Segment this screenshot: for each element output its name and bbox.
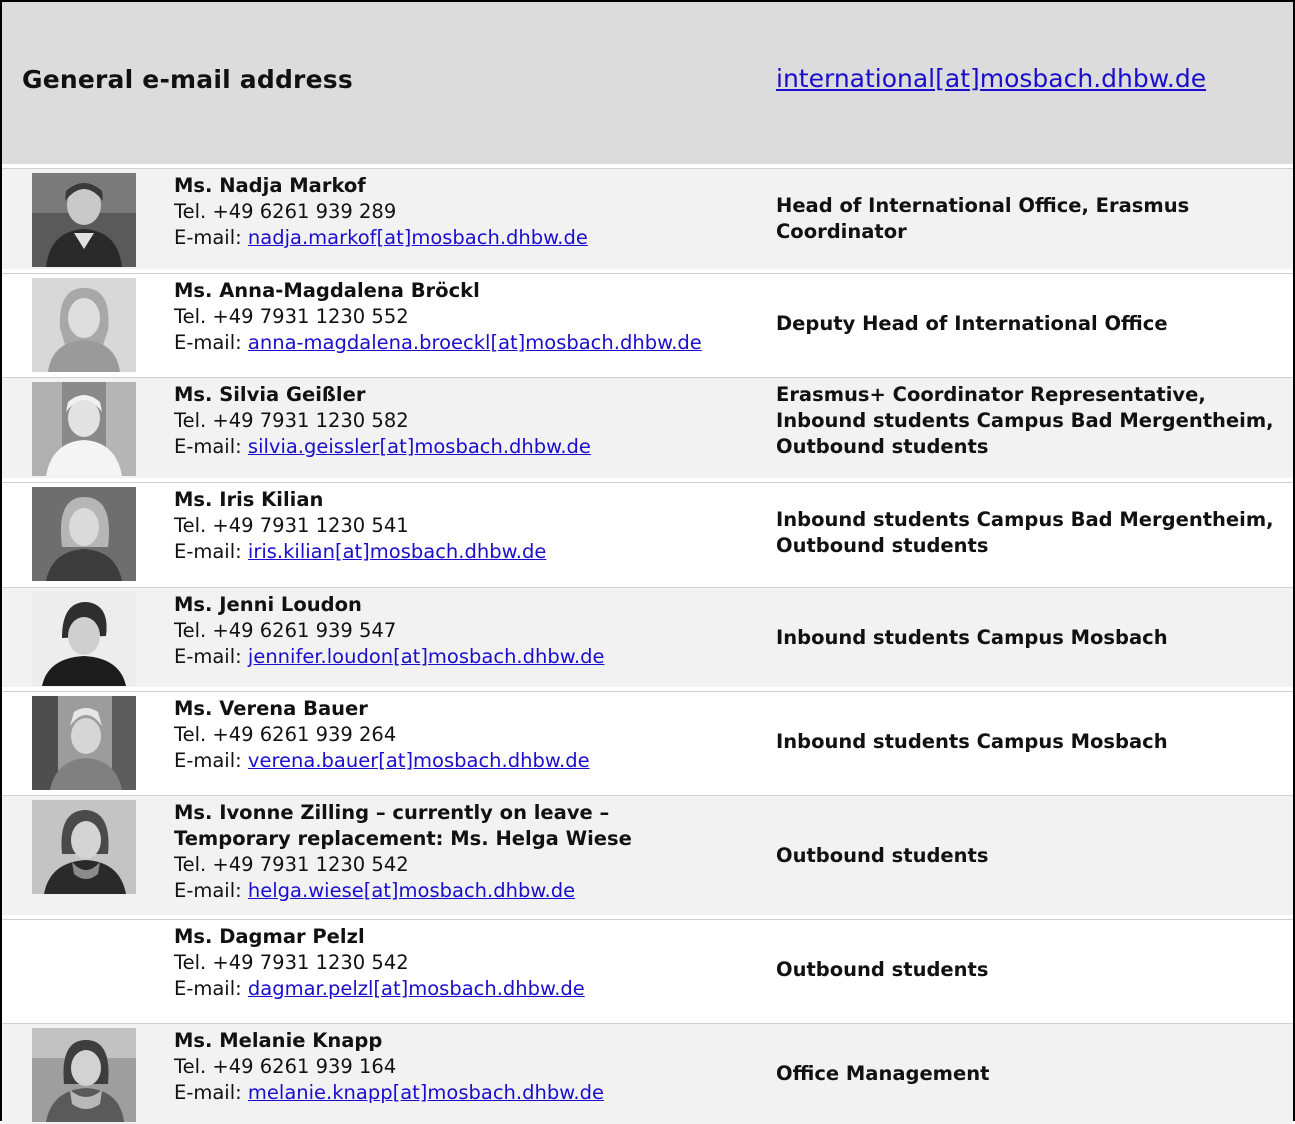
contact-email-link[interactable]: dagmar.pelzl[at]mosbach.dhbw.de: [248, 977, 585, 1000]
contact-replacement: Temporary replacement: Ms. Helga Wiese: [174, 827, 632, 850]
contact-name: Ms. Ivonne Zilling – currently on leave …: [174, 801, 610, 824]
contact-phone: Tel. +49 7931 1230 541: [174, 514, 409, 537]
contact-info: Ms. Melanie Knapp Tel. +49 6261 939 164 …: [174, 1028, 604, 1106]
portrait-photo: [32, 800, 136, 894]
contact-phone: Tel. +49 6261 939 264: [174, 723, 397, 746]
contact-email-link[interactable]: jennifer.loudon[at]mosbach.dhbw.de: [248, 645, 605, 668]
portrait-photo: [32, 382, 136, 476]
contact-info: Ms. Iris Kilian Tel. +49 7931 1230 541 E…: [174, 487, 546, 565]
contact-name: Ms. Verena Bauer: [174, 697, 368, 720]
contact-email-link[interactable]: anna-magdalena.broeckl[at]mosbach.dhbw.d…: [248, 331, 702, 354]
email-label: E-mail:: [174, 645, 248, 668]
email-label: E-mail:: [174, 977, 248, 1000]
contact-row-knapp: Ms. Melanie Knapp Tel. +49 6261 939 164 …: [2, 1023, 1293, 1124]
contact-row-loudon: Ms. Jenni Loudon Tel. +49 6261 939 547 E…: [2, 587, 1293, 687]
contact-phone: Tel. +49 6261 939 547: [174, 619, 397, 642]
email-label: E-mail:: [174, 1081, 248, 1104]
portrait-photo: [32, 173, 136, 267]
contact-row-kilian: Ms. Iris Kilian Tel. +49 7931 1230 541 E…: [2, 482, 1293, 583]
contact-role: Office Management: [776, 1062, 990, 1085]
contact-email-link[interactable]: nadja.markof[at]mosbach.dhbw.de: [248, 226, 588, 249]
contact-name: Ms. Iris Kilian: [174, 488, 324, 511]
contact-row-broeckl: Ms. Anna-Magdalena Bröckl Tel. +49 7931 …: [2, 273, 1293, 373]
contact-role: Outbound students: [776, 957, 989, 981]
contact-email-link[interactable]: melanie.knapp[at]mosbach.dhbw.de: [248, 1081, 604, 1104]
contact-row-bauer: Ms. Verena Bauer Tel. +49 6261 939 264 E…: [2, 691, 1293, 791]
contact-name: Ms. Nadja Markof: [174, 174, 366, 197]
contact-email-link[interactable]: verena.bauer[at]mosbach.dhbw.de: [248, 749, 590, 772]
general-email-link[interactable]: international[at]mosbach.dhbw.de: [776, 64, 1206, 93]
portrait-photo: [32, 696, 136, 790]
contact-row-zilling: Ms. Ivonne Zilling – currently on leave …: [2, 795, 1293, 915]
contact-name: Ms. Dagmar Pelzl: [174, 925, 365, 948]
contact-phone: Tel. +49 7931 1230 542: [174, 853, 409, 876]
contact-row-pelzl: Ms. Dagmar Pelzl Tel. +49 7931 1230 542 …: [2, 919, 1293, 1019]
email-label: E-mail:: [174, 879, 248, 902]
contact-role: Deputy Head of International Office: [776, 311, 1168, 335]
contact-info: Ms. Jenni Loudon Tel. +49 6261 939 547 E…: [174, 592, 604, 670]
contact-phone: Tel. +49 7931 1230 552: [174, 305, 409, 328]
contact-role: Inbound students Campus Mosbach: [776, 625, 1168, 649]
general-email-label: General e-mail address: [22, 65, 353, 94]
contact-info: Ms. Dagmar Pelzl Tel. +49 7931 1230 542 …: [174, 924, 585, 1002]
portrait-photo: [32, 1028, 136, 1122]
contact-row-markof: Ms. Nadja Markof Tel. +49 6261 939 289 E…: [2, 168, 1293, 269]
contact-name: Ms. Anna-Magdalena Bröckl: [174, 279, 480, 302]
contact-role: Outbound students: [776, 843, 989, 867]
contact-name: Ms. Jenni Loudon: [174, 593, 362, 616]
general-email-header: General e-mail address international[at]…: [2, 2, 1293, 164]
contact-role: Inbound students Campus Mosbach: [776, 729, 1168, 753]
contact-info: Ms. Nadja Markof Tel. +49 6261 939 289 E…: [174, 173, 588, 251]
portrait-photo: [32, 278, 136, 372]
portrait-photo: [32, 592, 136, 686]
email-label: E-mail:: [174, 331, 248, 354]
contact-phone: Tel. +49 7931 1230 582: [174, 409, 409, 432]
email-label: E-mail:: [174, 226, 248, 249]
contact-phone: Tel. +49 7931 1230 542: [174, 951, 409, 974]
contact-role: Head of International Office, Erasmus Co…: [776, 194, 1190, 243]
email-label: E-mail:: [174, 435, 248, 458]
contact-info: Ms. Ivonne Zilling – currently on leave …: [174, 800, 632, 904]
contact-name: Ms. Melanie Knapp: [174, 1029, 383, 1052]
contact-row-geissler: Ms. Silvia Geißler Tel. +49 7931 1230 58…: [2, 377, 1293, 478]
contact-role: Inbound students Campus Bad Mergentheim,…: [776, 508, 1274, 557]
contact-table: General e-mail address international[at]…: [0, 0, 1295, 1124]
email-label: E-mail:: [174, 540, 248, 563]
contact-phone: Tel. +49 6261 939 164: [174, 1055, 397, 1078]
contact-email-link[interactable]: iris.kilian[at]mosbach.dhbw.de: [248, 540, 546, 563]
contact-name: Ms. Silvia Geißler: [174, 383, 366, 406]
contact-info: Ms. Anna-Magdalena Bröckl Tel. +49 7931 …: [174, 278, 702, 356]
contact-role: Erasmus+ Coordinator Representative, Inb…: [776, 383, 1274, 458]
contact-email-link[interactable]: silvia.geissler[at]mosbach.dhbw.de: [248, 435, 591, 458]
contact-email-link[interactable]: helga.wiese[at]mosbach.dhbw.de: [248, 879, 575, 902]
contact-info: Ms. Silvia Geißler Tel. +49 7931 1230 58…: [174, 382, 591, 460]
email-label: E-mail:: [174, 749, 248, 772]
portrait-photo: [32, 487, 136, 581]
contact-info: Ms. Verena Bauer Tel. +49 6261 939 264 E…: [174, 696, 590, 774]
contact-phone: Tel. +49 6261 939 289: [174, 200, 397, 223]
